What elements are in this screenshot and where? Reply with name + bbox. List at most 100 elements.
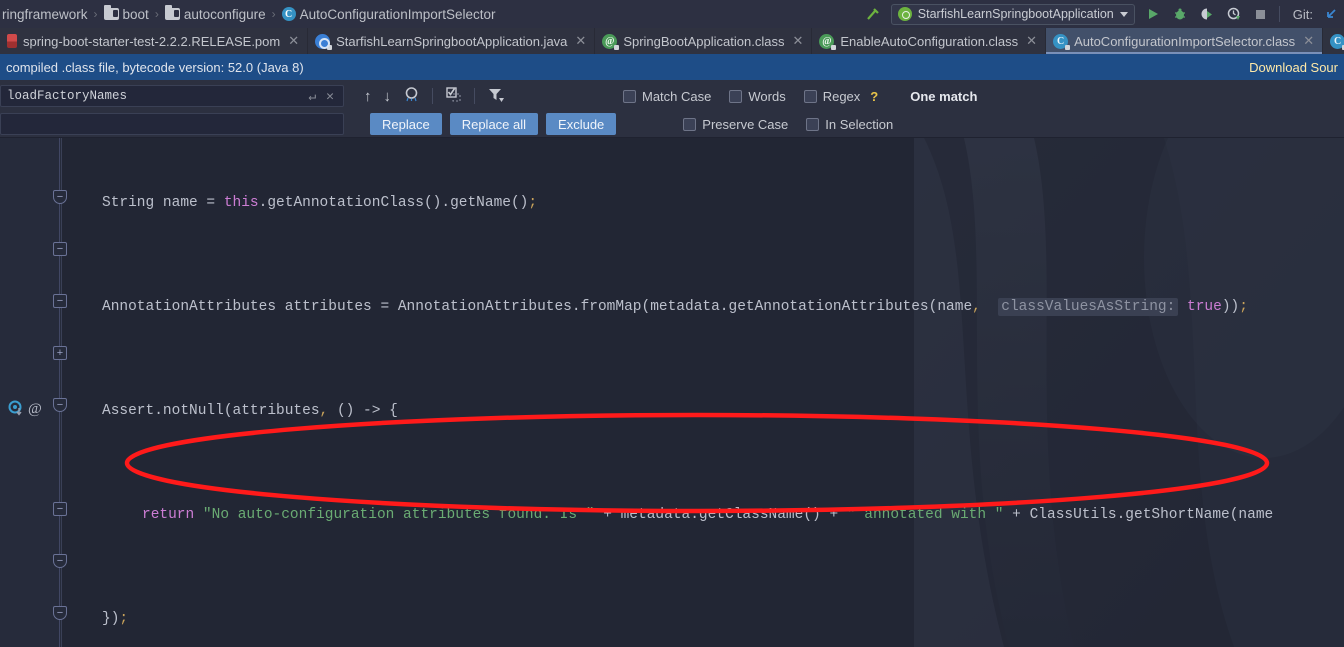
- close-icon[interactable]: ✕: [575, 33, 586, 49]
- breadcrumb-label: boot: [122, 6, 149, 22]
- find-navigation-buttons: ↑ ↓: [364, 86, 504, 106]
- run-icon[interactable]: [1144, 5, 1162, 23]
- replace-button[interactable]: Replace: [370, 113, 442, 135]
- option-label: Preserve Case: [702, 116, 789, 132]
- find-replace-panel: loadFactoryNames ↵ ✕ ↑ ↓ Match Case Word…: [0, 80, 1344, 138]
- parameter-hint: classValuesAsString:: [998, 298, 1179, 316]
- tab-label: spring-boot-starter-test-2.2.2.RELEASE.p…: [23, 33, 281, 49]
- tab-label: StarfishLearnSpringbootApplication.java: [336, 33, 568, 49]
- breadcrumb: ringframework › boot › autoconfigure › C…: [0, 5, 498, 22]
- code-line[interactable]: return "No auto-configuration attributes…: [62, 502, 1344, 528]
- match-case-option[interactable]: Match Case: [623, 89, 711, 104]
- stop-icon[interactable]: [1252, 5, 1270, 23]
- replace-input[interactable]: [0, 113, 344, 135]
- regex-help-icon[interactable]: ?: [870, 89, 878, 104]
- annotation-class-icon: @: [819, 33, 837, 50]
- replace-row: Replace Replace all Exclude Preserve Cas…: [0, 112, 1344, 136]
- spring-class-icon: [315, 33, 333, 50]
- editor-tab[interactable]: C Spring: [1323, 28, 1344, 54]
- tab-label: EnableAutoConfiguration.class: [840, 33, 1019, 49]
- exclude-button[interactable]: Exclude: [546, 113, 617, 135]
- editor-tab[interactable]: @ SpringBootApplication.class ✕: [595, 28, 813, 54]
- banner-message: compiled .class file, bytecode version: …: [6, 59, 304, 75]
- editor-tab-bar: spring-boot-starter-test-2.2.2.RELEASE.p…: [0, 28, 1344, 54]
- overriding-method-icon[interactable]: [8, 400, 28, 418]
- breadcrumb-item-boot[interactable]: boot: [102, 5, 151, 22]
- breadcrumb-separator: ›: [154, 7, 159, 21]
- code-content[interactable]: String name = this.getAnnotationClass().…: [62, 138, 1344, 647]
- breadcrumb-item-class[interactable]: C AutoConfigurationImportSelector: [280, 7, 498, 22]
- filter-icon[interactable]: [487, 86, 504, 106]
- close-icon[interactable]: ✕: [1303, 33, 1314, 49]
- annotation-class-icon: @: [602, 33, 620, 50]
- option-label: Words: [748, 88, 786, 104]
- download-sources-link[interactable]: Download Sour: [1249, 60, 1338, 75]
- breadcrumb-label: AutoConfigurationImportSelector: [299, 6, 496, 22]
- profiler-icon[interactable]: [1225, 5, 1243, 23]
- class-icon: C: [281, 7, 296, 21]
- editor-gutter[interactable]: [0, 138, 62, 647]
- run-configuration-selector[interactable]: StarfishLearnSpringbootApplication: [890, 3, 1135, 25]
- new-line-icon[interactable]: ↵: [303, 89, 321, 104]
- breadcrumb-separator: ›: [271, 7, 276, 21]
- preserve-case-option[interactable]: Preserve Case: [683, 117, 788, 132]
- select-all-occurrences-icon[interactable]: [445, 86, 462, 106]
- option-label: Regex: [822, 88, 861, 104]
- tab-label: SpringBootApplication.class: [623, 33, 785, 49]
- hammer-icon[interactable]: [864, 5, 882, 23]
- editor-tab[interactable]: spring-boot-starter-test-2.2.2.RELEASE.p…: [0, 28, 309, 54]
- close-icon[interactable]: ✕: [792, 33, 803, 49]
- close-icon[interactable]: ✕: [1026, 33, 1037, 49]
- search-input[interactable]: loadFactoryNames ↵ ✕: [0, 85, 344, 107]
- option-label: Match Case: [642, 88, 712, 104]
- editor-tab[interactable]: @ EnableAutoConfiguration.class ✕: [812, 28, 1047, 54]
- run-configuration-name: StarfishLearnSpringbootApplication: [917, 7, 1114, 21]
- navigation-bar: ringframework › boot › autoconfigure › C…: [0, 0, 1344, 28]
- find-divider: [474, 88, 475, 104]
- folder-icon: [164, 5, 180, 20]
- code-editor[interactable]: − − − + − − − − @ String name = this.get…: [0, 138, 1344, 647]
- debug-icon[interactable]: [1171, 5, 1189, 23]
- breadcrumb-item-autoconfigure[interactable]: autoconfigure: [163, 5, 268, 22]
- breadcrumb-label: autoconfigure: [183, 6, 266, 22]
- checkbox[interactable]: [729, 89, 743, 103]
- code-line[interactable]: String name = this.getAnnotationClass().…: [62, 190, 1344, 216]
- breadcrumb-separator: ›: [93, 7, 98, 21]
- run-with-coverage-icon[interactable]: [1198, 5, 1216, 23]
- regex-option[interactable]: Regex: [803, 88, 861, 104]
- checkbox[interactable]: [803, 89, 817, 103]
- code-line[interactable]: AnnotationAttributes attributes = Annota…: [62, 294, 1344, 320]
- class-icon: C: [1053, 33, 1071, 50]
- close-icon[interactable]: ✕: [321, 89, 339, 104]
- replace-buttons: Replace Replace all Exclude: [370, 113, 617, 135]
- find-all-icon[interactable]: [403, 86, 420, 106]
- replace-all-button[interactable]: Replace all: [449, 113, 539, 135]
- breadcrumb-item-ringframework[interactable]: ringframework: [0, 7, 90, 22]
- folder-icon: [103, 5, 119, 20]
- git-label: Git:: [1292, 6, 1313, 22]
- find-divider: [432, 88, 433, 104]
- editor-tab-active[interactable]: C AutoConfigurationImportSelector.class …: [1046, 28, 1324, 54]
- svg-text:@: @: [28, 401, 42, 417]
- in-selection-option[interactable]: In Selection: [806, 117, 893, 132]
- main-toolbar: StarfishLearnSpringbootApplication Git:: [864, 3, 1344, 25]
- fold-rail: [59, 138, 60, 647]
- checkbox[interactable]: [623, 89, 636, 103]
- toolbar-divider: [1278, 6, 1280, 22]
- checkbox[interactable]: [806, 117, 820, 131]
- editor-tab[interactable]: StarfishLearnSpringbootApplication.java …: [308, 28, 596, 54]
- git-update-icon[interactable]: [1322, 5, 1340, 23]
- words-option[interactable]: Words: [729, 88, 786, 104]
- find-options-row-1: Match Case Words Regex ? One match: [623, 89, 977, 104]
- annotation-marker-icon[interactable]: @: [26, 399, 46, 417]
- arrow-down-icon[interactable]: ↓: [384, 89, 392, 104]
- arrow-up-icon[interactable]: ↑: [364, 89, 372, 104]
- spring-boot-icon: [897, 7, 912, 21]
- option-label: In Selection: [825, 116, 894, 132]
- find-row: loadFactoryNames ↵ ✕ ↑ ↓ Match Case Word…: [0, 84, 1344, 108]
- code-line[interactable]: Assert.notNull(attributes, () -> {: [62, 398, 1344, 424]
- code-line[interactable]: });: [62, 606, 1344, 632]
- close-icon[interactable]: ✕: [288, 33, 299, 49]
- checkbox[interactable]: [683, 117, 697, 131]
- breadcrumb-label: ringframework: [2, 6, 88, 22]
